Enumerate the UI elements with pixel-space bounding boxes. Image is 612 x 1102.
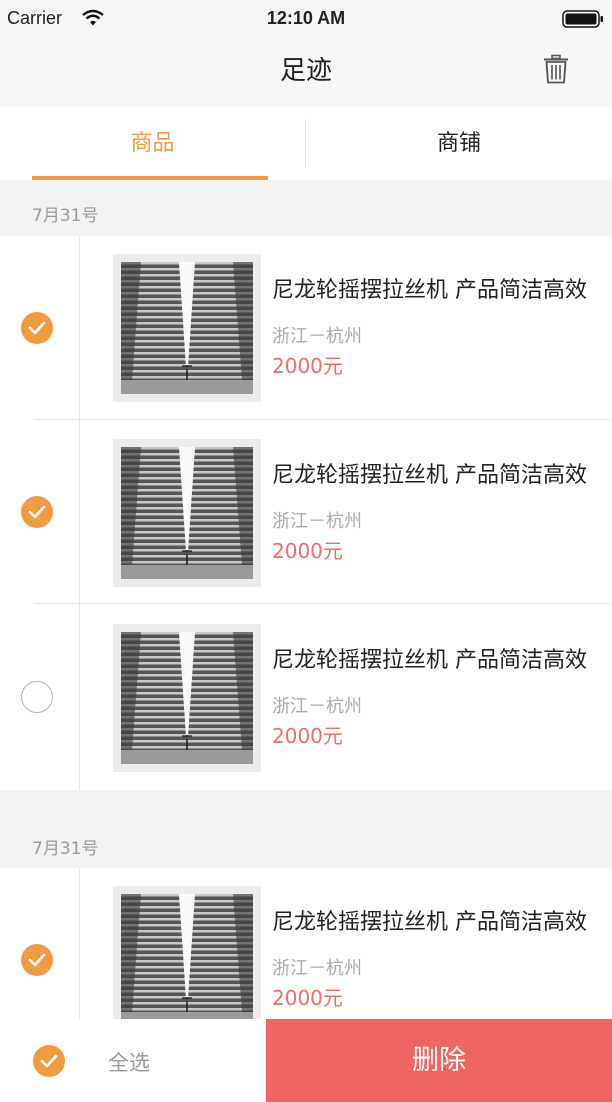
tab-products[interactable]: 商品 xyxy=(0,107,305,180)
checkmark-icon xyxy=(40,1054,58,1068)
navigation-bar: 足迹 xyxy=(0,38,612,107)
battery-icon xyxy=(562,10,604,33)
history-group: 尼龙轮摇摆拉丝机 产品简洁高效 浙江－杭州 2000元 尼龙轮摇摆拉丝机 产品简… xyxy=(0,236,612,790)
trash-icon[interactable] xyxy=(543,54,569,88)
status-time: 12:10 AM xyxy=(266,8,346,28)
group-date: 7月31号 xyxy=(32,839,99,859)
list-item[interactable]: 尼龙轮摇摆拉丝机 产品简洁高效 浙江－杭州 2000元 xyxy=(0,420,612,604)
product-price: 2000元 xyxy=(272,724,343,748)
product-title[interactable]: 尼龙轮摇摆拉丝机 产品简洁高效 xyxy=(272,457,587,489)
status-bar: Carrier 12:10 AM xyxy=(0,0,612,38)
product-price: 2000元 xyxy=(272,354,343,378)
product-location: 浙江－杭州 xyxy=(272,958,362,979)
product-title[interactable]: 尼龙轮摇摆拉丝机 产品简洁高效 xyxy=(272,272,587,304)
list-item[interactable]: 尼龙轮摇摆拉丝机 产品简洁高效 浙江－杭州 2000元 xyxy=(0,604,612,788)
product-location: 浙江－杭州 xyxy=(272,326,362,347)
tab-shops[interactable]: 商铺 xyxy=(306,107,612,180)
item-checkbox[interactable] xyxy=(21,944,53,976)
select-all-area[interactable]: 全选 xyxy=(0,1019,266,1102)
product-location: 浙江－杭州 xyxy=(272,696,362,717)
segment-tabs: 商品 商铺 xyxy=(0,107,612,180)
product-title[interactable]: 尼龙轮摇摆拉丝机 产品简洁高效 xyxy=(272,904,587,936)
delete-button[interactable]: 删除 xyxy=(266,1019,612,1102)
checkmark-icon xyxy=(28,505,46,519)
checkmark-icon xyxy=(28,953,46,967)
group-date: 7月31号 xyxy=(32,206,99,226)
item-checkbox[interactable] xyxy=(21,312,53,344)
select-all-label[interactable]: 全选 xyxy=(108,1047,150,1077)
list-item[interactable]: 尼龙轮摇摆拉丝机 产品简洁高效 浙江－杭州 2000元 xyxy=(0,236,612,420)
product-price: 2000元 xyxy=(272,986,343,1010)
bottom-action-bar: 全选 删除 xyxy=(0,1019,612,1102)
product-image[interactable] xyxy=(113,439,261,587)
product-title[interactable]: 尼龙轮摇摆拉丝机 产品简洁高效 xyxy=(272,642,587,674)
product-image[interactable] xyxy=(113,886,261,1034)
checkmark-icon xyxy=(28,321,46,335)
product-image[interactable] xyxy=(113,254,261,402)
item-checkbox[interactable] xyxy=(21,496,53,528)
select-all-checkbox[interactable] xyxy=(33,1045,65,1077)
item-checkbox[interactable] xyxy=(21,681,53,713)
history-group: 尼龙轮摇摆拉丝机 产品简洁高效 浙江－杭州 2000元 xyxy=(0,868,612,1034)
tab-active-indicator xyxy=(32,176,268,180)
product-location: 浙江－杭州 xyxy=(272,511,362,532)
product-image[interactable] xyxy=(113,624,261,772)
product-price: 2000元 xyxy=(272,539,343,563)
page-title: 足迹 xyxy=(279,56,332,86)
